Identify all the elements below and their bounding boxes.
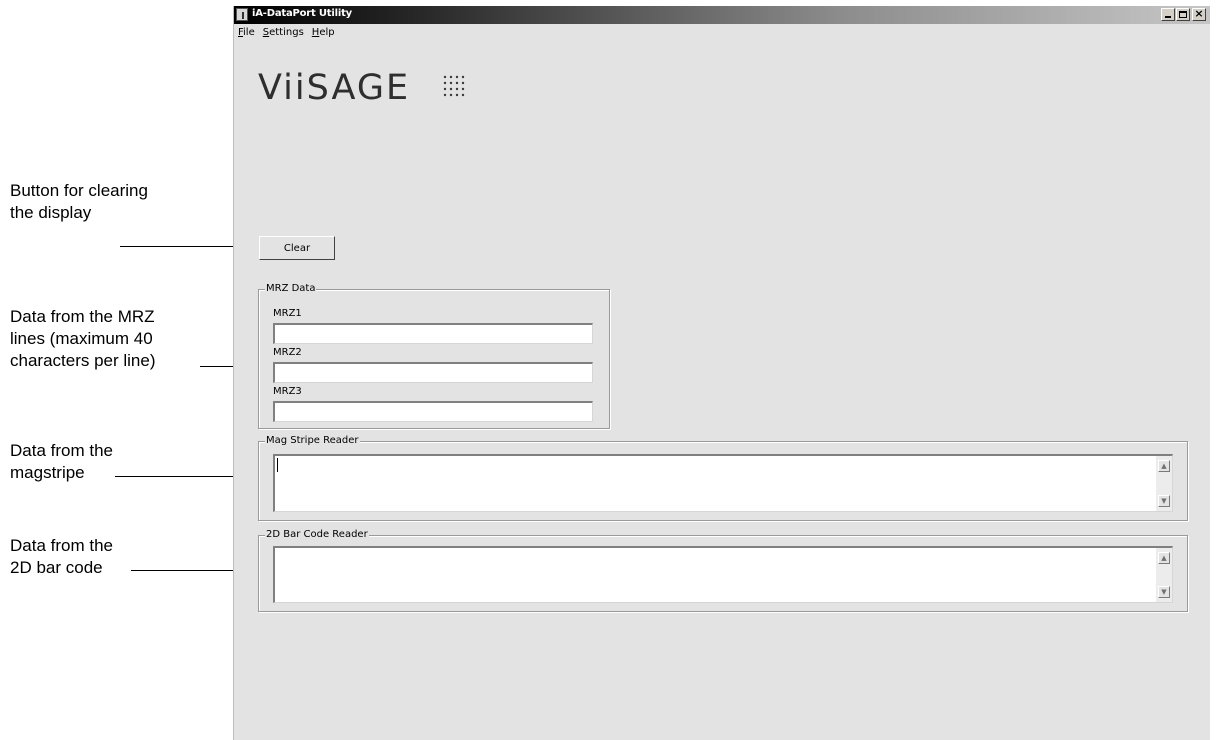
barcode-scrollbar[interactable]: ▲ ▼: [1156, 548, 1172, 602]
annotation-line: Data from the: [10, 536, 113, 555]
mag-stripe-legend: Mag Stripe Reader: [265, 435, 360, 446]
mag-stripe-scrollbar[interactable]: ▲ ▼: [1156, 456, 1172, 511]
menu-settings[interactable]: Settings: [263, 27, 304, 41]
menu-file[interactable]: File: [238, 27, 255, 41]
mag-stripe-textarea[interactable]: ▲ ▼: [273, 454, 1173, 512]
barcode-textarea[interactable]: ▲ ▼: [273, 546, 1173, 603]
annotation-mrz: Data from the MRZ lines (maximum 40 char…: [10, 306, 156, 372]
menu-help[interactable]: Help: [312, 27, 335, 41]
mag-stripe-group: Mag Stripe Reader ▲ ▼: [258, 435, 1188, 521]
mrz2-field[interactable]: [273, 362, 593, 383]
scroll-down-icon[interactable]: ▼: [1158, 586, 1170, 598]
barcode-legend: 2D Bar Code Reader: [265, 529, 369, 540]
window-controls: ×: [1160, 7, 1206, 21]
scroll-down-icon[interactable]: ▼: [1158, 495, 1170, 507]
menu-bar: File Settings Help: [238, 27, 335, 41]
annotation-line: Data from the MRZ: [10, 307, 155, 326]
close-button[interactable]: ×: [1192, 7, 1206, 21]
mrz-data-group: MRZ Data MRZ1 MRZ2 MRZ3: [258, 283, 610, 429]
scroll-up-icon[interactable]: ▲: [1158, 552, 1170, 564]
maximize-icon: [1179, 11, 1187, 18]
viisage-logo: ViiSAGE: [258, 68, 411, 108]
mrz3-field[interactable]: [273, 401, 593, 422]
mrz1-label: MRZ1: [273, 308, 302, 319]
annotation-line: the display: [10, 203, 92, 222]
mrz1-field[interactable]: [273, 323, 593, 344]
annotation-clear: Button for clearing the display: [10, 180, 148, 224]
text-caret: [277, 458, 278, 472]
annotation-line: Data from the: [10, 441, 113, 460]
logo-dot-grid-icon: [443, 75, 465, 97]
menu-label-rest: elp: [319, 27, 335, 38]
annotation-line: characters per line): [10, 351, 156, 370]
clear-button[interactable]: Clear: [259, 236, 335, 260]
scroll-up-icon[interactable]: ▲: [1158, 460, 1170, 472]
menu-label-rest: ile: [243, 27, 255, 38]
annotation-barcode: Data from the 2D bar code: [10, 535, 113, 579]
title-bar[interactable]: iA-DataPort Utility ×: [234, 6, 1210, 24]
annotation-line: lines (maximum 40: [10, 329, 153, 348]
window-title: iA-DataPort Utility: [252, 8, 352, 19]
annotation-line: Button for clearing: [10, 181, 148, 200]
menu-label-rest: ettings: [269, 27, 304, 38]
close-icon: ×: [1194, 7, 1204, 20]
minimize-icon: [1165, 16, 1171, 18]
annotation-line: 2D bar code: [10, 558, 103, 577]
maximize-button[interactable]: [1176, 8, 1190, 21]
app-window: iA-DataPort Utility × File Settings Help…: [233, 6, 1210, 740]
mrz2-label: MRZ2: [273, 347, 302, 358]
minimize-button[interactable]: [1161, 8, 1175, 21]
mrz-data-legend: MRZ Data: [265, 283, 317, 294]
annotation-magstripe: Data from the magstripe: [10, 440, 113, 484]
app-icon[interactable]: [236, 8, 248, 21]
annotation-line: magstripe: [10, 463, 85, 482]
mrz3-label: MRZ3: [273, 386, 302, 397]
barcode-group: 2D Bar Code Reader ▲ ▼: [258, 529, 1188, 612]
